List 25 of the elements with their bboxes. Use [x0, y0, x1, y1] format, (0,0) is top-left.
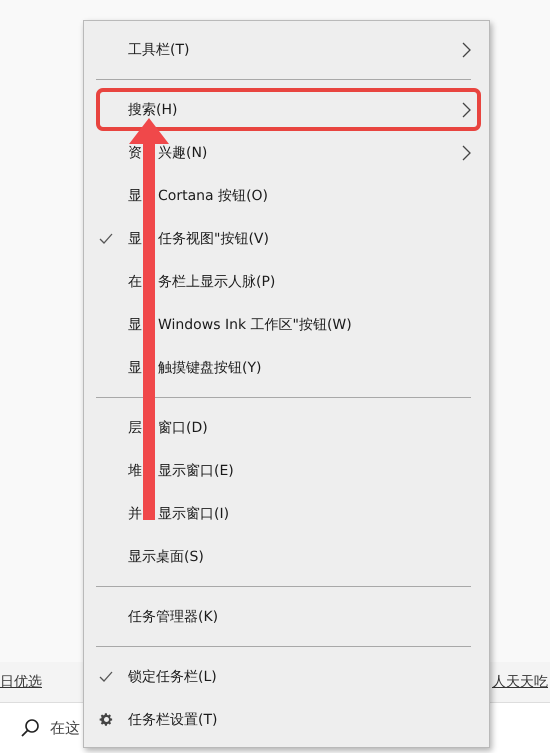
chevron-right-icon: [462, 102, 471, 118]
settings-icon: [98, 712, 114, 727]
checkmark-icon: [99, 233, 113, 244]
menu-item[interactable]: 任务栏设置(T): [84, 698, 489, 741]
menu-item[interactable]: 显示桌面(S): [84, 535, 489, 578]
link[interactable]: 日优选: [0, 673, 42, 691]
menu-item[interactable]: 显 Windows Ink 工作区"按钮(W): [84, 303, 489, 346]
search-icon: [20, 718, 40, 738]
menu-item[interactable]: 在 务栏上显示人脉(P): [84, 260, 489, 303]
menu-item[interactable]: 工具栏(T): [84, 28, 489, 71]
chevron-right-icon: [462, 144, 471, 160]
menu-item[interactable]: 搜索(H): [84, 88, 489, 131]
menu-item[interactable]: 显 任务视图"按钮(V): [84, 217, 489, 260]
menu-item[interactable]: 并 显示窗口(I): [84, 492, 489, 535]
checkmark-icon: [99, 671, 113, 682]
menu-item[interactable]: 锁定任务栏(L): [84, 655, 489, 698]
search-field[interactable]: 在这: [50, 718, 80, 738]
menu-item[interactable]: 显 Cortana 按钮(O): [84, 174, 489, 217]
link[interactable]: 人天天吃: [492, 673, 548, 691]
chevron-right-icon: [462, 42, 471, 58]
menu-item[interactable]: 堆 显示窗口(E): [84, 449, 489, 492]
menu-item[interactable]: 资 兴趣(N): [84, 131, 489, 174]
menu-item[interactable]: 显 触摸键盘按钮(Y): [84, 346, 489, 389]
menu-item[interactable]: 任务管理器(K): [84, 595, 489, 638]
menu-item[interactable]: 层 窗口(D): [84, 406, 489, 449]
